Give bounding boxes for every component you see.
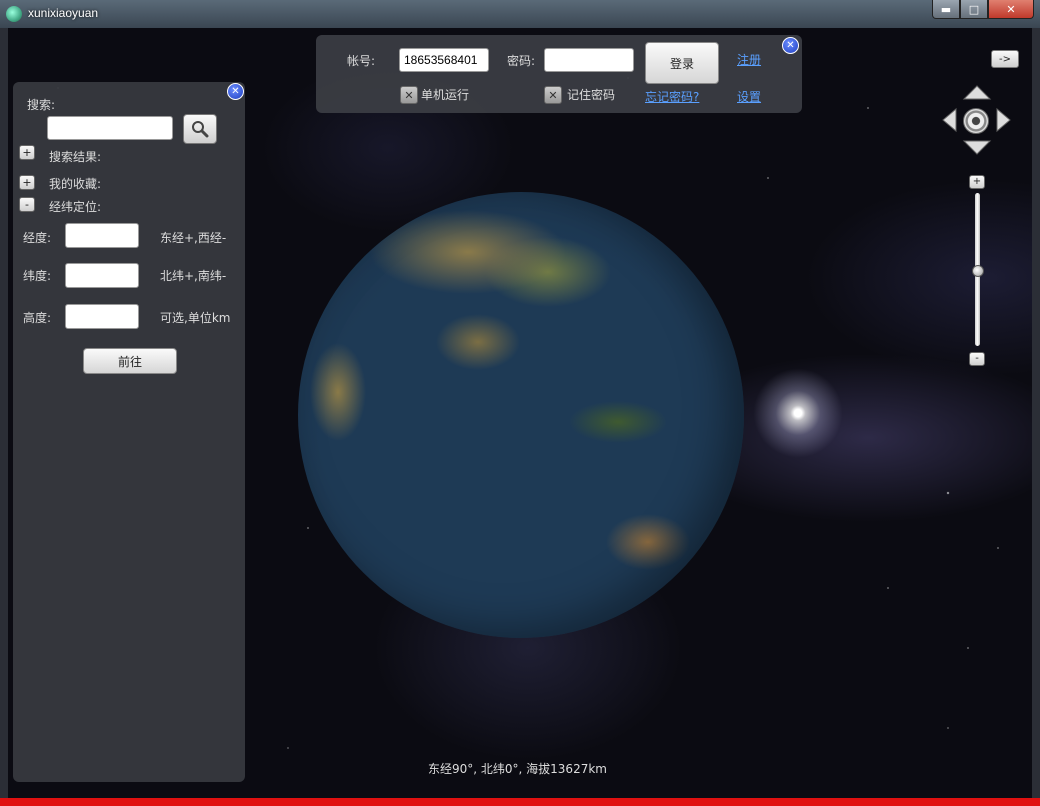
- offline-checkbox[interactable]: ✕: [400, 86, 418, 104]
- search-label: 搜索:: [27, 98, 56, 112]
- longitude-input[interactable]: [65, 223, 139, 248]
- account-label: 帐号:: [347, 54, 376, 68]
- register-link[interactable]: 注册: [737, 51, 761, 68]
- window-title: xunixiaoyuan: [28, 6, 99, 20]
- remember-password-label: 记住密码: [567, 88, 616, 102]
- search-icon: [192, 121, 209, 138]
- favorites-label: 我的收藏:: [49, 177, 102, 191]
- login-button[interactable]: 登录: [645, 42, 719, 84]
- forgot-password-link[interactable]: 忘记密码?: [645, 88, 699, 105]
- close-login-icon[interactable]: ✕: [782, 37, 799, 54]
- bottom-bar: [0, 798, 1040, 806]
- collapse-coordinates[interactable]: -: [19, 197, 35, 212]
- expand-favorites[interactable]: +: [19, 175, 35, 190]
- remember-password-checkbox[interactable]: ✕: [544, 86, 562, 104]
- close-panel-icon[interactable]: ✕: [227, 83, 244, 100]
- pan-right-icon[interactable]: [996, 107, 1011, 133]
- eye-icon[interactable]: [963, 108, 989, 134]
- expand-search-results[interactable]: +: [19, 145, 35, 160]
- pan-down-icon[interactable]: [962, 140, 992, 155]
- earth-globe[interactable]: [298, 192, 744, 638]
- search-results-label: 搜索结果:: [49, 150, 102, 164]
- login-panel: 帐号: 18653568401 密码: 登录 注册 ✕ 单机运行 ✕ 记住密码 …: [316, 35, 802, 113]
- zoom-in-button[interactable]: +: [969, 175, 985, 189]
- close-window-button[interactable]: ✕: [988, 0, 1034, 19]
- sun-glow: [753, 368, 843, 458]
- offline-label: 单机运行: [421, 88, 470, 102]
- app-window: xunixiaoyuan ▬ □ ✕ 帐号: 18653568401 密码: 登…: [0, 0, 1040, 806]
- zoom-out-button[interactable]: -: [969, 352, 985, 366]
- latitude-input[interactable]: [65, 263, 139, 288]
- coordinates-label: 经纬定位:: [49, 200, 102, 214]
- search-panel: ✕ 搜索: + 搜索结果: + 我的收藏: - 经纬定位: 经度: 东经+,西经…: [13, 82, 245, 782]
- minimize-button[interactable]: ▬: [932, 0, 960, 19]
- search-input[interactable]: [47, 116, 173, 140]
- maximize-button[interactable]: □: [960, 0, 988, 19]
- password-label: 密码:: [507, 54, 536, 68]
- altitude-hint: 可选,单位km: [160, 311, 231, 325]
- title-bar[interactable]: xunixiaoyuan ▬ □ ✕: [0, 0, 1040, 28]
- altitude-input[interactable]: [65, 304, 139, 329]
- app-icon: [6, 6, 22, 22]
- altitude-label: 高度:: [23, 311, 52, 325]
- pan-up-icon[interactable]: [962, 85, 992, 100]
- latitude-label: 纬度:: [23, 269, 52, 283]
- toggle-panel-button[interactable]: ->: [991, 50, 1019, 68]
- zoom-slider-thumb[interactable]: [972, 264, 984, 277]
- settings-link[interactable]: 设置: [737, 88, 761, 105]
- status-coordinates: 东经90°, 北纬0°, 海拔13627km: [428, 762, 607, 776]
- account-input[interactable]: 18653568401: [399, 48, 489, 72]
- search-button[interactable]: [183, 114, 217, 144]
- latitude-hint: 北纬+,南纬-: [160, 269, 227, 283]
- longitude-label: 经度:: [23, 231, 52, 245]
- longitude-hint: 东经+,西经-: [160, 231, 227, 245]
- password-input[interactable]: [544, 48, 634, 72]
- pan-left-icon[interactable]: [942, 107, 957, 133]
- go-button[interactable]: 前往: [83, 348, 177, 374]
- window-controls: ▬ □ ✕: [932, 0, 1034, 19]
